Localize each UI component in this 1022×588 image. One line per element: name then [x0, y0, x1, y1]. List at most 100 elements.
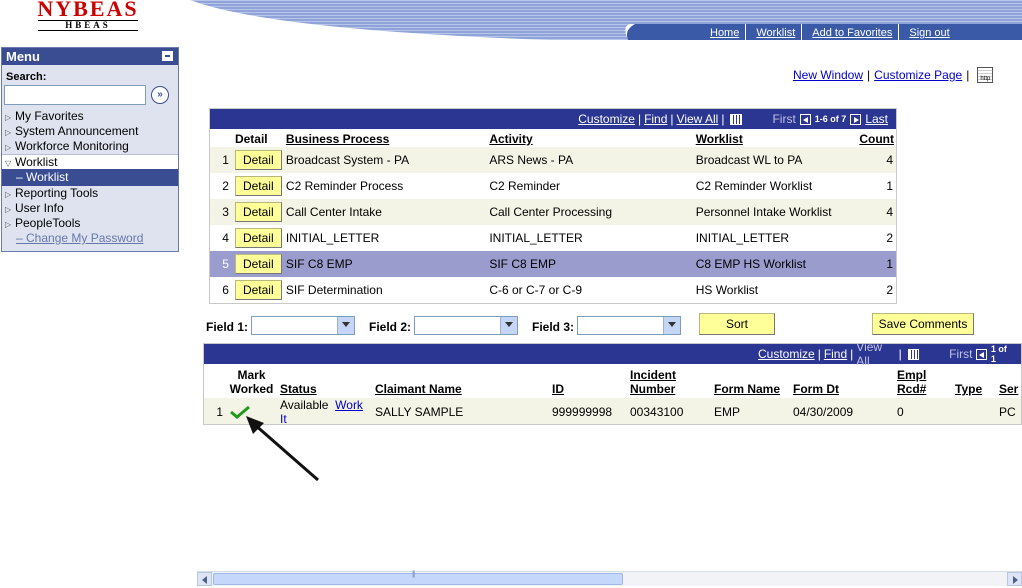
collapsed-arrow-icon: ▷	[5, 128, 12, 137]
download-grid-icon[interactable]	[907, 348, 920, 360]
table-row: 4 Detail INITIAL_LETTER INITIAL_LETTER INI…	[210, 225, 896, 251]
field-selectors: Field 1: Field 2: Field 3: Sort Save Com…	[206, 313, 986, 337]
download-grid-icon[interactable]	[730, 113, 743, 125]
ser-cell: PC	[996, 398, 1021, 424]
menu-tree: ▷ My Favorites ▷ System Announcement ▷ Work…	[2, 109, 178, 246]
sign-out-link[interactable]: Sign out	[898, 24, 955, 40]
prev-arrow-icon[interactable]	[976, 348, 987, 360]
summary-table: Detail Business Process Activity Worklis…	[210, 129, 896, 303]
form-name-cell: EMP	[711, 398, 790, 424]
field2-dropdown[interactable]	[414, 316, 518, 335]
chevron-down-icon	[342, 322, 350, 327]
detail-button[interactable]: Detail	[234, 228, 282, 248]
col-count[interactable]: Count	[856, 129, 896, 147]
empl-rcd-cell: 0	[894, 398, 952, 424]
collapsed-arrow-icon: ▷	[5, 220, 12, 229]
col-worklist[interactable]: Worklist	[693, 129, 857, 147]
search-go-icon[interactable]: »	[151, 86, 169, 104]
col-form-dt[interactable]: Form Dt	[790, 364, 894, 398]
menu-item-system-announcement[interactable]: ▷ System Announcement	[2, 124, 178, 139]
page-links: New Window | Customize Page | http	[793, 67, 994, 83]
detail-button[interactable]: Detail	[234, 254, 282, 274]
logo-subtitle: HBEAS	[38, 20, 138, 31]
last-link[interactable]: Last	[865, 112, 888, 126]
search-label: Search:	[6, 71, 47, 83]
view-all-link[interactable]: View All	[677, 112, 719, 126]
customize-link[interactable]: Customize	[758, 347, 815, 361]
new-window-link[interactable]: New Window	[793, 68, 863, 82]
scroll-thumb[interactable]	[213, 571, 623, 585]
find-link[interactable]: Find	[824, 347, 847, 361]
menu-panel: Menu Search: » ▷ My Favorites ▷ System Ann…	[1, 47, 179, 252]
detail-button[interactable]: Detail	[234, 202, 282, 222]
collapsed-arrow-icon: ▷	[5, 190, 12, 199]
incident-cell: 00343100	[627, 398, 711, 424]
grid-nav-bar: Customize | Find | View All | First 1-6 of …	[210, 109, 896, 129]
detail-button[interactable]: Detail	[234, 280, 282, 300]
menu-item-change-password[interactable]: – Change My Password	[2, 231, 178, 246]
menu-header: Menu	[2, 48, 178, 65]
worklist-link[interactable]: Worklist	[745, 24, 801, 40]
menu-item-worklist-sub[interactable]: – Worklist	[2, 169, 178, 186]
col-business-process[interactable]: Business Process	[283, 129, 486, 147]
top-nav: Home Worklist Add to Favorites Sign out	[628, 24, 1022, 40]
chevron-down-icon	[668, 322, 676, 327]
table-row: 2 Detail C2 Reminder Process C2 Reminder C…	[210, 173, 896, 199]
grid-nav-bar: Customize | Find | View All | First 1 of 1	[204, 344, 1021, 368]
menu-item-user-info[interactable]: ▷ User Info	[2, 201, 178, 216]
customize-page-link[interactable]: Customize Page	[874, 68, 962, 82]
minimize-icon[interactable]	[162, 51, 173, 61]
claimant-cell: SALLY SAMPLE	[372, 398, 549, 424]
detail-button[interactable]: Detail	[234, 176, 282, 196]
nybeas-logo: NYBEAS HBEAS	[22, 0, 154, 31]
col-mark-worked: Mark Worked	[229, 368, 274, 396]
home-link[interactable]: Home	[700, 24, 745, 40]
scroll-right-icon[interactable]	[1007, 572, 1022, 586]
table-row: 6 Detail SIF Determination C-6 or C-7 or …	[210, 277, 896, 303]
menu-item-reporting-tools[interactable]: ▷ Reporting Tools	[2, 186, 178, 201]
col-status[interactable]: Status	[277, 364, 372, 398]
col-form-name[interactable]: Form Name	[711, 364, 790, 398]
sort-button[interactable]: Sort	[699, 313, 775, 335]
worklist-summary-grid: Customize | Find | View All | First 1-6 of …	[209, 108, 897, 304]
add-to-favorites-link[interactable]: Add to Favorites	[801, 24, 898, 40]
col-type[interactable]: Type	[952, 364, 996, 398]
find-link[interactable]: Find	[644, 112, 667, 126]
logo-title: NYBEAS	[37, 0, 139, 21]
field3-dropdown[interactable]	[577, 316, 681, 335]
table-row: 1 Detail Broadcast System - PA ARS News -…	[210, 147, 896, 173]
save-comments-button[interactable]: Save Comments	[872, 313, 974, 335]
menu-item-worklist[interactable]: ▽ Worklist	[2, 154, 178, 169]
menu-item-my-favorites[interactable]: ▷ My Favorites	[2, 109, 178, 124]
col-claimant-name[interactable]: Claimant Name	[372, 364, 549, 398]
col-ser[interactable]: Ser	[996, 364, 1021, 398]
customize-link[interactable]: Customize	[578, 112, 635, 126]
collapsed-arrow-icon: ▷	[5, 205, 12, 214]
field1-dropdown[interactable]	[251, 316, 355, 335]
collapsed-arrow-icon: ▷	[5, 143, 12, 152]
field2-label: Field 2:	[369, 320, 412, 334]
http-link-icon[interactable]: http	[977, 67, 994, 83]
menu-item-peopletools[interactable]: ▷ PeopleTools	[2, 216, 178, 231]
row-range: 1 of 1	[990, 344, 1007, 364]
next-arrow-icon[interactable]	[850, 113, 862, 125]
col-empl-rcd[interactable]: Empl Rcd#	[894, 364, 952, 398]
type-cell	[952, 398, 996, 424]
field1-label: Field 1:	[206, 320, 249, 334]
table-row: 3 Detail Call Center Intake Call Center P…	[210, 199, 896, 225]
prev-arrow-icon[interactable]	[799, 113, 811, 125]
col-activity[interactable]: Activity	[486, 129, 692, 147]
scroll-left-icon[interactable]	[197, 572, 212, 586]
view-all-label: View All	[856, 343, 883, 368]
col-detail: Detail	[234, 132, 268, 146]
first-label: First	[772, 112, 796, 126]
col-id[interactable]: ID	[549, 364, 627, 398]
detail-button[interactable]: Detail	[234, 150, 282, 170]
id-cell: 999999998	[549, 398, 627, 424]
menu-item-workforce-monitoring[interactable]: ▷ Workforce Monitoring	[2, 139, 178, 154]
menu-search-input[interactable]	[4, 85, 146, 105]
horizontal-scrollbar[interactable]	[197, 571, 1022, 586]
table-row-highlighted: 5 Detail SIF C8 EMP SIF C8 EMP C8 EMP HS W…	[210, 251, 896, 277]
chevron-down-icon	[505, 322, 513, 327]
col-incident-number[interactable]: Incident Number	[627, 364, 711, 398]
